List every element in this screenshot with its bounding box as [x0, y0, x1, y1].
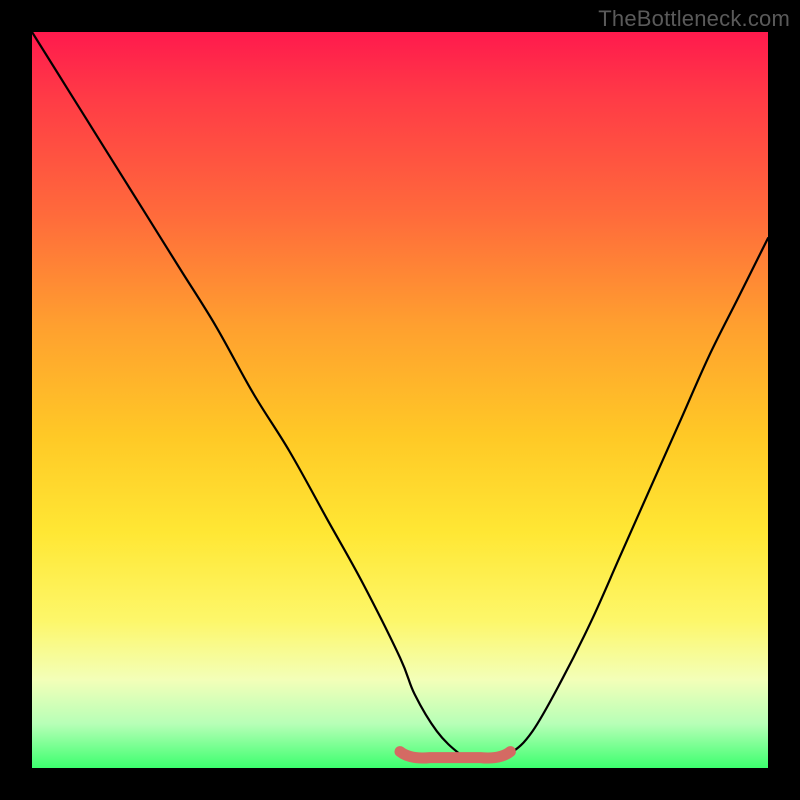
- watermark-label: TheBottleneck.com: [598, 6, 790, 32]
- minimum-marker: [400, 752, 510, 758]
- bottleneck-curve: [32, 32, 768, 762]
- plot-area: [32, 32, 768, 768]
- chart-frame: TheBottleneck.com: [0, 0, 800, 800]
- chart-svg: [32, 32, 768, 768]
